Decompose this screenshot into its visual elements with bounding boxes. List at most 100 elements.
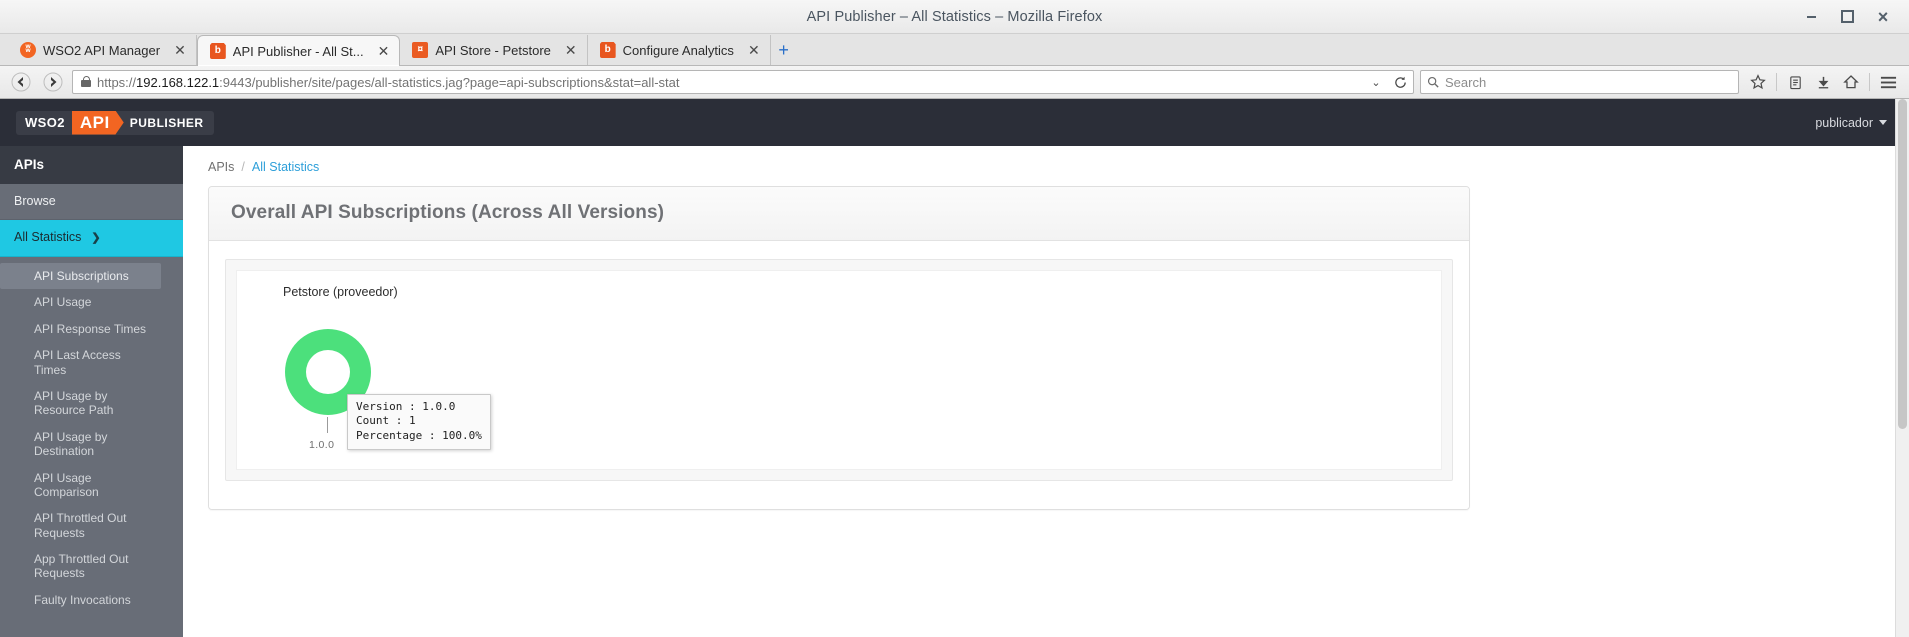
tab-label: API Store - Petstore <box>435 42 551 58</box>
window-titlebar: API Publisher – All Statistics – Mozilla… <box>0 0 1909 34</box>
sidebar-item-api-subscriptions[interactable]: API Subscriptions <box>0 263 161 290</box>
toolbar-divider <box>1776 73 1777 91</box>
sidebar-subitem-label: App Throttled Out Requests <box>34 552 129 581</box>
sidebar-subitem-label: API Usage <box>34 295 92 310</box>
padlock-icon <box>81 76 91 88</box>
main-content: APIs / All Statistics Overall API Subscr… <box>183 146 1909 637</box>
panel-header: Overall API Subscriptions (Across All Ve… <box>209 187 1469 241</box>
browser-tab-api-publisher[interactable]: b API Publisher - All St... ✕ <box>196 35 401 66</box>
sidebar-item-api-usage-comparison[interactable]: API Usage Comparison <box>0 465 161 506</box>
browser-tab-wso2-api-manager[interactable]: ʬ WSO2 API Manager ✕ <box>8 35 197 65</box>
close-tab-icon[interactable]: ✕ <box>174 43 186 57</box>
sidebar-subitem-label: API Response Times <box>34 321 147 336</box>
window-controls <box>1803 9 1909 25</box>
new-tab-button[interactable]: + <box>771 35 797 65</box>
tab-label: API Publisher - All St... <box>232 43 364 59</box>
url-text: https://192.168.122.1:9443/publisher/sit… <box>97 74 680 90</box>
sidebar-subitem-label: Faulty Invocations <box>34 592 131 607</box>
panel-body: Petstore (proveedor) 1.0.0 Version : 1.0… <box>209 240 1469 509</box>
search-input[interactable]: Search <box>1445 75 1486 90</box>
browser-tab-configure-analytics[interactable]: b Configure Analytics ✕ <box>588 35 771 65</box>
app-header: WSO2 API PUBLISHER publicador <box>0 99 1909 146</box>
download-arrow-icon[interactable] <box>1810 70 1836 94</box>
page-title: Overall API Subscriptions (Across All Ve… <box>231 202 665 223</box>
back-arrow-icon[interactable] <box>8 70 34 94</box>
maximize-button[interactable] <box>1839 9 1855 25</box>
sidebar: APIs Browse All Statistics ❯ API Subscri… <box>0 146 183 637</box>
chevron-down-icon[interactable]: ⌄ <box>1367 76 1385 89</box>
toolbar-divider <box>1869 73 1870 91</box>
chart-tooltip: Version : 1.0.0 Count : 1 Percentage : 1… <box>347 393 491 451</box>
sidebar-subitem-label: API Subscriptions <box>34 269 129 283</box>
chart-card: Petstore (proveedor) 1.0.0 Version : 1.0… <box>225 258 1453 481</box>
sidebar-title: APIs <box>0 146 183 184</box>
sidebar-item-all-statistics[interactable]: All Statistics ❯ <box>0 220 183 257</box>
reload-icon[interactable] <box>1391 76 1409 89</box>
sidebar-item-api-usage-by-destination[interactable]: API Usage by Destination <box>0 424 161 465</box>
sidebar-subitem-label: API Last Access Times <box>34 348 121 377</box>
tooltip-percentage: Percentage : 100.0% <box>356 428 482 442</box>
sidebar-submenu: API Subscriptions API Usage API Response… <box>0 257 183 637</box>
bookmark-star-icon[interactable] <box>1745 70 1771 94</box>
home-icon[interactable] <box>1838 70 1864 94</box>
logo-suffix: PUBLISHER <box>129 115 204 130</box>
search-bar[interactable]: Search <box>1420 70 1739 94</box>
sidebar-item-api-throttled-out-requests[interactable]: API Throttled Out Requests <box>0 505 161 546</box>
sidebar-item-api-usage-by-resource-path[interactable]: API Usage by Resource Path <box>0 383 161 424</box>
chevron-down-icon <box>1879 120 1887 125</box>
sidebar-subitem-label: API Usage by Resource Path <box>34 388 114 418</box>
sidebar-subitem-label: API Usage by Destination <box>34 429 108 459</box>
breadcrumb-separator: / <box>241 160 245 174</box>
page-body: APIs Browse All Statistics ❯ API Subscri… <box>0 99 1909 637</box>
chevron-down-icon: ❯ <box>91 232 101 245</box>
firefox-window: API Publisher – All Statistics – Mozilla… <box>0 0 1909 637</box>
slice-label: 1.0.0 <box>309 438 335 451</box>
scrollbar-thumb[interactable] <box>1898 99 1907 429</box>
sidebar-item-api-last-access-times[interactable]: API Last Access Times <box>0 342 161 383</box>
page-scrollbar[interactable] <box>1895 99 1909 637</box>
chart-title: Petstore (proveedor) <box>283 284 398 299</box>
user-name: publicador <box>1815 115 1873 130</box>
sidebar-item-app-throttled-out-requests[interactable]: App Throttled Out Requests <box>0 546 161 587</box>
search-icon <box>1427 76 1439 88</box>
sidebar-item-api-usage[interactable]: API Usage <box>0 289 161 315</box>
hamburger-menu-icon[interactable] <box>1875 70 1901 94</box>
sidebar-item-faulty-invocations[interactable]: Faulty Invocations <box>0 587 161 613</box>
publisher-icon: b <box>209 43 226 59</box>
window-title: API Publisher – All Statistics – Mozilla… <box>806 8 1103 25</box>
wso2-api-publisher-logo[interactable]: WSO2 API PUBLISHER <box>16 110 214 135</box>
sidebar-subitem-label: API Throttled Out Requests <box>34 511 127 540</box>
sidebar-item-api-response-times[interactable]: API Response Times <box>0 316 161 342</box>
forward-arrow-icon[interactable] <box>40 70 66 94</box>
sidebar-item-browse[interactable]: Browse <box>0 183 183 221</box>
navigation-toolbar: https://192.168.122.1:9443/publisher/sit… <box>0 66 1909 99</box>
logo-accent: API <box>71 110 124 135</box>
browser-tab-api-store[interactable]: ¤ API Store - Petstore ✕ <box>400 35 588 65</box>
tab-strip: ʬ WSO2 API Manager ✕ b API Publisher - A… <box>0 34 1909 66</box>
tooltip-version: Version : 1.0.0 <box>356 399 456 413</box>
reader-list-icon[interactable] <box>1782 70 1808 94</box>
breadcrumb-root: APIs <box>208 160 235 174</box>
close-window-button[interactable] <box>1875 9 1891 25</box>
page-viewport: WSO2 API PUBLISHER publicador APIs Brows… <box>0 99 1909 637</box>
statistics-panel: Overall API Subscriptions (Across All Ve… <box>208 186 1470 510</box>
close-tab-icon[interactable]: ✕ <box>748 43 760 57</box>
breadcrumb-current[interactable]: All Statistics <box>252 160 319 174</box>
minimize-button[interactable] <box>1803 9 1819 25</box>
user-menu[interactable]: publicador <box>1815 116 1887 130</box>
breadcrumb: APIs / All Statistics <box>183 146 1909 186</box>
sidebar-item-label: Browse <box>14 193 56 208</box>
slice-leader-line <box>327 416 328 433</box>
close-tab-icon[interactable]: ✕ <box>565 43 577 57</box>
sidebar-item-label: All Statistics <box>14 230 82 245</box>
toolbar-icons <box>1745 70 1901 94</box>
sidebar-subitem-label: API Usage Comparison <box>34 470 99 499</box>
pie-chart[interactable]: Petstore (proveedor) 1.0.0 Version : 1.0… <box>236 269 1442 470</box>
store-icon: ¤ <box>412 42 429 58</box>
wso2-icon: ʬ <box>20 42 36 58</box>
donut-hole <box>306 349 350 394</box>
close-tab-icon[interactable]: ✕ <box>378 44 390 58</box>
publisher-icon: b <box>599 42 616 58</box>
tooltip-count: Count : 1 <box>356 414 416 428</box>
url-bar[interactable]: https://192.168.122.1:9443/publisher/sit… <box>72 70 1414 94</box>
